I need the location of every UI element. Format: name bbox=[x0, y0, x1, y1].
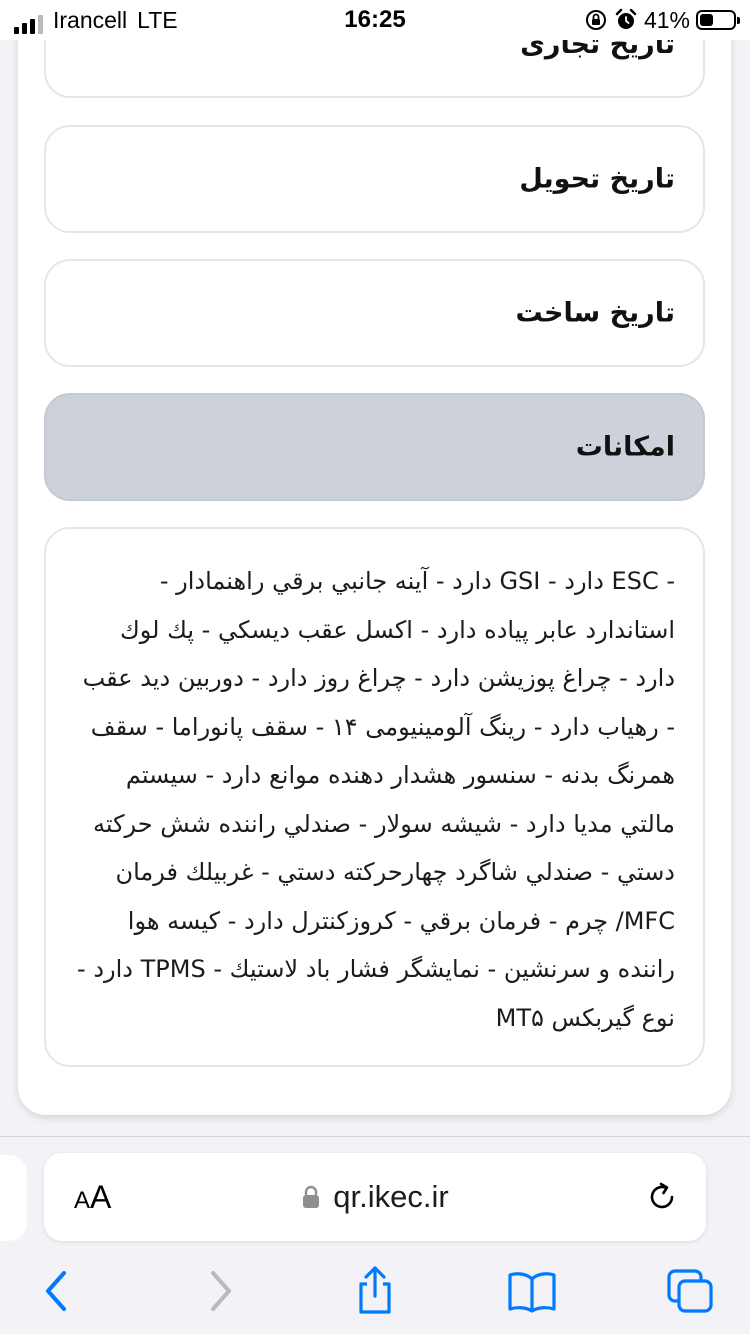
alarm-icon bbox=[614, 8, 638, 32]
chevron-left-icon bbox=[46, 1271, 66, 1311]
manufacture-date-field[interactable]: تاریخ ساخت bbox=[44, 259, 705, 367]
address-bar[interactable]: AA qr.ikec.ir bbox=[44, 1153, 706, 1241]
lock-icon bbox=[301, 1184, 321, 1210]
reload-icon[interactable] bbox=[644, 1179, 680, 1215]
browser-toolbar bbox=[0, 1263, 750, 1323]
battery-fill bbox=[700, 14, 714, 26]
status-bar: Irancell LTE 16:25 41% bbox=[0, 0, 750, 40]
screen-rotation-lock-icon bbox=[584, 8, 608, 32]
page-content-card: تاریخ تجاری تاریخ تحویل تاریخ ساخت امکان… bbox=[18, 0, 731, 1115]
tabs-icon bbox=[667, 1269, 713, 1313]
book-icon bbox=[508, 1272, 556, 1313]
features-header[interactable]: امکانات bbox=[44, 393, 705, 501]
share-button[interactable] bbox=[345, 1263, 405, 1319]
screen: تاریخ تجاری تاریخ تحویل تاریخ ساخت امکان… bbox=[0, 0, 750, 1334]
back-button[interactable] bbox=[27, 1263, 87, 1319]
delivery-date-field[interactable]: تاریخ تحویل bbox=[44, 125, 705, 233]
battery-percent: 41% bbox=[643, 7, 690, 33]
status-right: 41% bbox=[584, 6, 740, 34]
chevron-right-icon bbox=[211, 1271, 231, 1311]
tabs-button[interactable] bbox=[660, 1263, 720, 1319]
features-panel: - ESC دارد - GSI دارد - آينه جانبي برقي … bbox=[44, 527, 705, 1067]
forward-button[interactable] bbox=[190, 1263, 250, 1319]
manufacture-date-label: تاریخ ساخت bbox=[515, 297, 675, 329]
delivery-date-label: تاریخ تحویل bbox=[519, 163, 675, 195]
bookmarks-button[interactable] bbox=[502, 1263, 562, 1319]
browser-bottom-bar: AA qr.ikec.ir bbox=[0, 1136, 750, 1334]
previous-tab-preview[interactable] bbox=[0, 1155, 27, 1241]
share-icon bbox=[359, 1266, 391, 1314]
url-text: qr.ikec.ir bbox=[333, 1179, 449, 1214]
features-header-label: امکانات bbox=[575, 431, 675, 463]
features-text: - ESC دارد - GSI دارد - آينه جانبي برقي … bbox=[77, 567, 675, 1032]
url-display[interactable]: qr.ikec.ir bbox=[44, 1177, 706, 1217]
battery-icon bbox=[696, 10, 740, 30]
